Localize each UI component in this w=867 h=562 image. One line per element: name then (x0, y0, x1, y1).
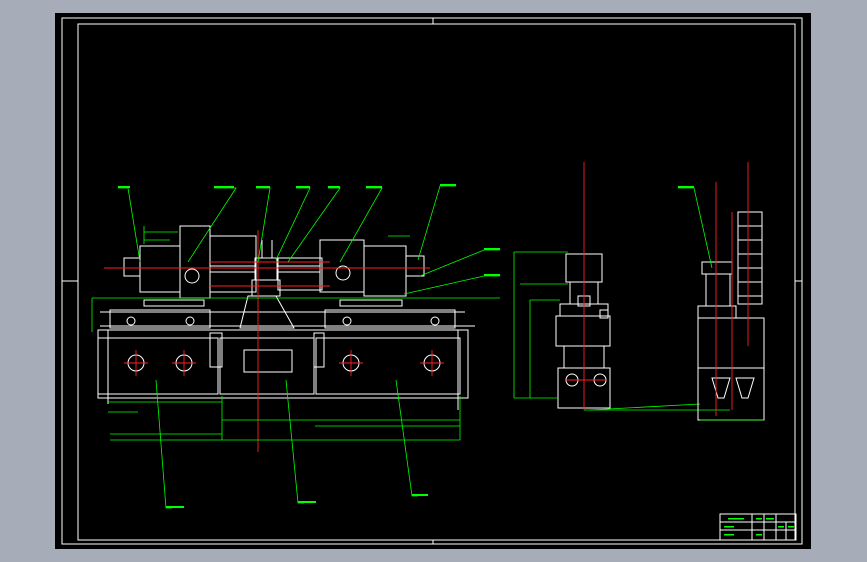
cad-drawing-canvas (0, 0, 867, 562)
sheet-background (55, 13, 811, 549)
drawing-sheet (55, 13, 811, 549)
end-view-label-tag (678, 186, 694, 188)
